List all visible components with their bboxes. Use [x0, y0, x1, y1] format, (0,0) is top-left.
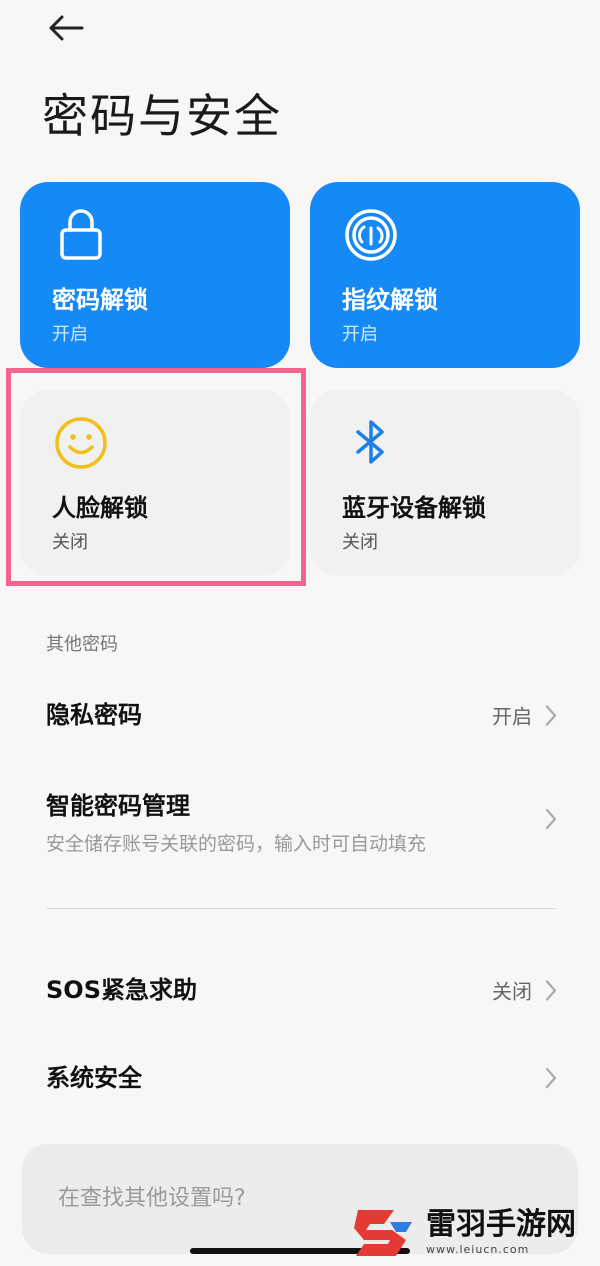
watermark-url: www.leiucn.com	[426, 1242, 530, 1256]
tile-title: 人脸解锁	[52, 494, 148, 522]
row-title: 系统安全	[46, 1064, 142, 1092]
chevron-right-icon	[545, 704, 557, 726]
lock-icon	[60, 209, 102, 260]
row-system-security[interactable]: 系统安全	[46, 1058, 558, 1098]
tile-face-unlock[interactable]: 人脸解锁 关闭	[20, 390, 290, 576]
tile-title: 密码解锁	[52, 286, 148, 314]
row-privacy-password[interactable]: 隐私密码 开启	[46, 695, 558, 735]
tile-status: 开启	[342, 324, 378, 345]
page-title: 密码与安全	[42, 89, 282, 143]
row-subtitle: 安全储存账号关联的密码，输入时可自动填充	[46, 833, 427, 855]
tile-bluetooth-unlock[interactable]: 蓝牙设备解锁 关闭	[310, 390, 580, 576]
row-title: 智能密码管理	[46, 792, 190, 820]
watermark-logo-icon	[354, 1210, 412, 1256]
bluetooth-icon	[356, 420, 384, 464]
divider	[46, 908, 556, 909]
fingerprint-icon	[345, 209, 397, 261]
tile-status: 关闭	[52, 532, 88, 553]
back-button[interactable]	[42, 10, 90, 46]
tile-title: 指纹解锁	[342, 286, 438, 314]
tile-status: 关闭	[342, 532, 378, 553]
chevron-right-icon	[545, 808, 557, 830]
row-title: SOS紧急求助	[46, 976, 197, 1004]
tile-fingerprint-unlock[interactable]: 指纹解锁 开启	[310, 182, 580, 368]
smiley-face-icon	[55, 417, 107, 469]
row-sos-emergency[interactable]: SOS紧急求助 关闭	[46, 970, 558, 1010]
watermark: 雷羽手游网 www.leiucn.com	[350, 1198, 600, 1266]
row-status: 开启	[492, 704, 532, 729]
row-smart-password-manager[interactable]: 智能密码管理 安全储存账号关联的密码，输入时可自动填充	[46, 786, 558, 855]
tile-password-unlock[interactable]: 密码解锁 开启	[20, 182, 290, 368]
row-status: 关闭	[492, 979, 532, 1004]
tile-title: 蓝牙设备解锁	[342, 494, 486, 522]
back-arrow-icon	[49, 15, 84, 41]
row-title: 隐私密码	[46, 701, 142, 729]
chevron-right-icon	[545, 979, 557, 1001]
search-placeholder: 在查找其他设置吗?	[58, 1186, 246, 1211]
watermark-brand: 雷羽手游网	[426, 1206, 576, 1242]
tile-status: 开启	[52, 324, 88, 345]
chevron-right-icon	[545, 1067, 557, 1089]
section-label-other-passwords: 其他密码	[46, 634, 118, 655]
